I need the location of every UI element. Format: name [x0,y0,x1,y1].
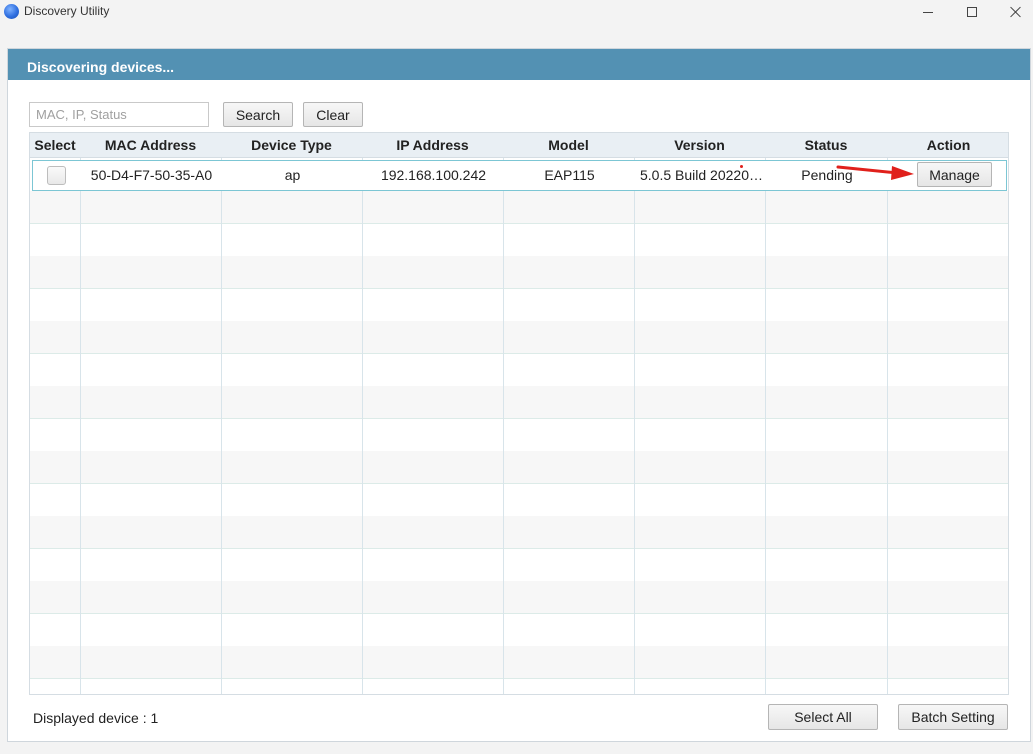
search-button[interactable]: Search [223,102,293,127]
empty-table-row [30,256,1008,288]
maximize-icon [967,7,977,17]
annotation-arrow-icon [836,165,914,180]
empty-table-row [30,646,1008,678]
displayed-device-count: Displayed device : 1 [33,710,159,726]
clear-button[interactable]: Clear [303,102,363,127]
empty-table-row [30,224,1008,256]
window-titlebar: Discovery Utility [0,0,1033,24]
empty-table-row [30,484,1008,516]
app-logo-icon [4,4,19,19]
empty-table-row [30,191,1008,223]
column-header-select[interactable]: Select [30,133,80,158]
search-input[interactable] [29,102,209,127]
cell-model: EAP115 [544,167,595,183]
maximize-button[interactable] [949,0,995,24]
empty-table-row [30,321,1008,353]
column-header-ip[interactable]: IP Address [362,133,503,158]
empty-table-row [30,516,1008,548]
cell-mac-address: 50-D4-F7-50-35-A0 [90,167,213,183]
empty-table-row [30,581,1008,613]
column-header-model[interactable]: Model [503,133,634,158]
batch-setting-button[interactable]: Batch Setting [898,704,1008,730]
discovery-panel: Discovering devices... Search Clear Sele… [7,48,1031,742]
minimize-icon [923,11,933,13]
column-divider [765,133,766,694]
empty-table-row [30,679,1008,695]
close-icon [1010,6,1022,18]
minimize-button[interactable] [905,0,951,24]
select-all-button[interactable]: Select All [768,704,878,730]
column-header-version[interactable]: Version [634,133,765,158]
cell-version: 5.0.5 Build 20220411 [640,167,766,183]
column-divider [362,133,363,694]
cell-device-type: ap [284,167,301,183]
empty-table-row [30,614,1008,646]
column-header-device-type[interactable]: Device Type [221,133,362,158]
column-divider [887,133,888,694]
column-divider [503,133,504,694]
empty-table-row [30,289,1008,321]
close-button[interactable] [993,0,1033,24]
row-select-checkbox[interactable] [47,166,66,185]
column-header-action[interactable]: Action [887,133,1008,158]
device-table: Select MAC Address Device Type IP Addres… [29,132,1009,695]
column-header-mac[interactable]: MAC Address [80,133,221,158]
empty-table-row [30,451,1008,483]
empty-table-row [30,549,1008,581]
manage-button[interactable]: Manage [917,162,992,187]
window-title: Discovery Utility [24,4,110,18]
empty-table-row [30,419,1008,451]
column-divider [80,133,81,694]
empty-table-row [30,386,1008,418]
empty-table-row [30,354,1008,386]
column-header-status[interactable]: Status [765,133,887,158]
column-divider [634,133,635,694]
column-divider [221,133,222,694]
panel-header: Discovering devices... [8,49,1030,80]
annotation-dot [740,165,743,168]
cell-ip-address: 192.168.100.242 [380,167,487,183]
table-header: Select MAC Address Device Type IP Addres… [30,133,1008,158]
